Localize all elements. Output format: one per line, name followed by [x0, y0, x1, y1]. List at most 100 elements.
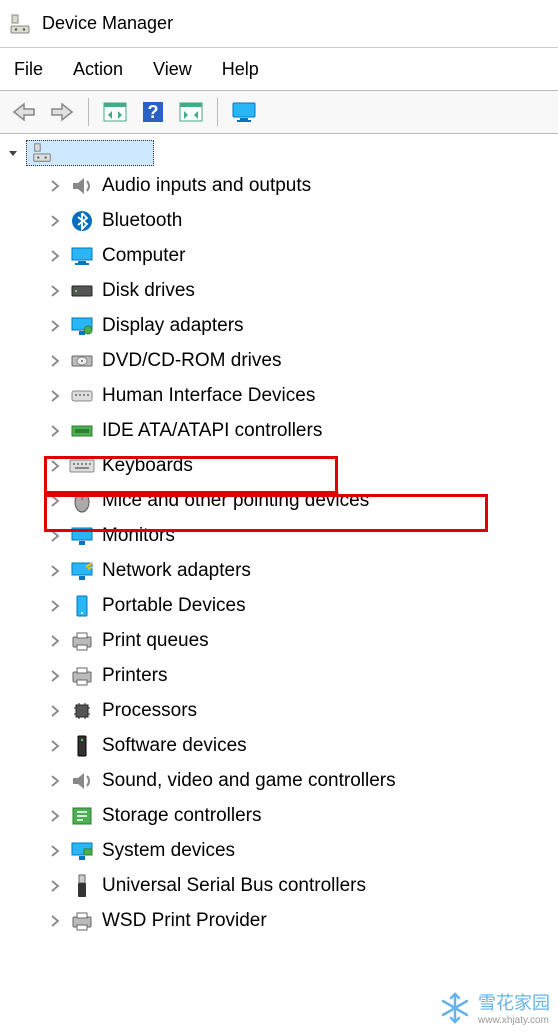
tree-node[interactable]: Display adapters: [4, 308, 558, 343]
software-icon: [68, 734, 96, 758]
chevron-right-icon[interactable]: [46, 387, 64, 405]
chevron-right-icon[interactable]: [46, 632, 64, 650]
chevron-right-icon[interactable]: [46, 527, 64, 545]
chevron-right-icon[interactable]: [46, 772, 64, 790]
menu-action[interactable]: Action: [73, 59, 123, 80]
devmgr-icon: [8, 12, 32, 36]
hid-icon: [68, 384, 96, 408]
menu-view[interactable]: View: [153, 59, 192, 80]
node-label: Universal Serial Bus controllers: [102, 875, 366, 897]
titlebar: Device Manager: [0, 0, 558, 48]
chevron-right-icon[interactable]: [46, 842, 64, 860]
watermark-text: 雪花家园: [478, 993, 550, 1013]
display-icon: [68, 314, 96, 338]
toolbar: ?: [0, 90, 558, 134]
node-label: Keyboards: [102, 455, 193, 477]
tree-node[interactable]: Human Interface Devices: [4, 378, 558, 413]
node-label: Computer: [102, 245, 185, 267]
chevron-right-icon[interactable]: [46, 877, 64, 895]
node-label: Mice and other pointing devices: [102, 490, 369, 512]
tree-node[interactable]: Audio inputs and outputs: [4, 168, 558, 203]
chevron-right-icon[interactable]: [46, 177, 64, 195]
node-label: Monitors: [102, 525, 175, 547]
scan-button[interactable]: [175, 96, 207, 128]
chevron-right-icon[interactable]: [46, 317, 64, 335]
tree-node[interactable]: Sound, video and game controllers: [4, 763, 558, 798]
tree-node[interactable]: Storage controllers: [4, 798, 558, 833]
tree-node[interactable]: WSD Print Provider: [4, 903, 558, 938]
chevron-right-icon[interactable]: [46, 737, 64, 755]
tree-node[interactable]: System devices: [4, 833, 558, 868]
forward-button[interactable]: [46, 96, 78, 128]
portable-icon: [68, 594, 96, 618]
storage-icon: [68, 804, 96, 828]
node-label: Disk drives: [102, 280, 195, 302]
tree-node[interactable]: Bluetooth: [4, 203, 558, 238]
show-hide-tree-button[interactable]: [99, 96, 131, 128]
node-label: Display adapters: [102, 315, 244, 337]
chevron-right-icon[interactable]: [46, 212, 64, 230]
system-icon: [68, 839, 96, 863]
chevron-right-icon[interactable]: [46, 282, 64, 300]
monitor-icon: [68, 524, 96, 548]
node-label: Print queues: [102, 630, 209, 652]
chevron-right-icon[interactable]: [46, 702, 64, 720]
chevron-down-icon[interactable]: [4, 144, 22, 162]
chevron-right-icon[interactable]: [46, 247, 64, 265]
tree-node[interactable]: IDE ATA/ATAPI controllers: [4, 413, 558, 448]
cpu-icon: [68, 699, 96, 723]
computer-icon: [68, 244, 96, 268]
chevron-right-icon[interactable]: [46, 912, 64, 930]
tree-node[interactable]: Software devices: [4, 728, 558, 763]
chevron-right-icon[interactable]: [46, 422, 64, 440]
printq-icon: [68, 629, 96, 653]
chevron-right-icon[interactable]: [46, 352, 64, 370]
separator: [217, 98, 218, 126]
chevron-right-icon[interactable]: [46, 597, 64, 615]
menu-file[interactable]: File: [14, 59, 43, 80]
tree-node[interactable]: Portable Devices: [4, 588, 558, 623]
tree-panel: Audio inputs and outputsBluetooth Compute…: [0, 134, 558, 938]
tree-node[interactable]: Network adapters: [4, 553, 558, 588]
tree-node[interactable]: Universal Serial Bus controllers: [4, 868, 558, 903]
chevron-right-icon[interactable]: [46, 562, 64, 580]
tree-root-row[interactable]: [4, 138, 558, 168]
chevron-right-icon[interactable]: [46, 667, 64, 685]
node-label: Human Interface Devices: [102, 385, 315, 407]
svg-text:?: ?: [148, 102, 159, 122]
chevron-right-icon[interactable]: [46, 807, 64, 825]
node-label: Printers: [102, 665, 167, 687]
dvd-icon: [68, 349, 96, 373]
chevron-right-icon[interactable]: [46, 492, 64, 510]
watermark-url: www.xhjaty.com: [478, 1015, 550, 1026]
tree-node[interactable]: Print queues: [4, 623, 558, 658]
ide-icon: [68, 419, 96, 443]
help-button[interactable]: ?: [137, 96, 169, 128]
node-label: Portable Devices: [102, 595, 246, 617]
tree-node[interactable]: Disk drives: [4, 273, 558, 308]
tree-node[interactable]: Mice and other pointing devices: [4, 483, 558, 518]
tree-node[interactable]: Monitors: [4, 518, 558, 553]
node-label: Sound, video and game controllers: [102, 770, 396, 792]
snowflake-icon: [438, 991, 472, 1025]
printer-icon: [68, 664, 96, 688]
menu-help[interactable]: Help: [222, 59, 259, 80]
computer-root-icon: [31, 142, 53, 164]
node-label: DVD/CD-ROM drives: [102, 350, 281, 372]
tree-node[interactable]: Processors: [4, 693, 558, 728]
node-label: System devices: [102, 840, 235, 862]
tree-node[interactable]: Keyboards: [4, 448, 558, 483]
sound-icon: [68, 769, 96, 793]
network-icon: [68, 559, 96, 583]
tree-node[interactable]: Printers: [4, 658, 558, 693]
audio-icon: [68, 174, 96, 198]
wsd-icon: [68, 909, 96, 933]
chevron-right-icon[interactable]: [46, 457, 64, 475]
usb-icon: [68, 874, 96, 898]
monitor-button[interactable]: [228, 96, 260, 128]
node-label: Software devices: [102, 735, 247, 757]
tree-node[interactable]: Computer: [4, 238, 558, 273]
tree-node[interactable]: DVD/CD-ROM drives: [4, 343, 558, 378]
back-button[interactable]: [8, 96, 40, 128]
root-node[interactable]: [26, 140, 154, 166]
